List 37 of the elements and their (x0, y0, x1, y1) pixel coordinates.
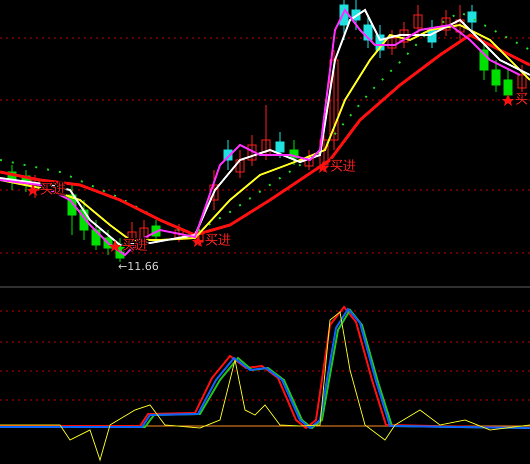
candlestick (428, 20, 436, 48)
buy-signal-label: 买 (515, 92, 528, 107)
low-price-label: ←11.66 (118, 260, 159, 273)
candlestick (224, 140, 232, 170)
star-icon (502, 94, 514, 106)
candlestick (290, 140, 298, 166)
candlestick (518, 64, 526, 92)
candlestick (414, 4, 422, 36)
candlestick (352, 0, 360, 30)
candlestick (388, 30, 396, 56)
candlestick (468, 4, 476, 30)
candlestick (210, 170, 218, 210)
star-icon (27, 184, 39, 196)
candlestick (400, 22, 408, 48)
candlestick (248, 134, 256, 166)
candlestick (340, 0, 348, 40)
candlestick (30, 174, 40, 198)
candlestick (480, 40, 488, 80)
candlestick (68, 184, 76, 236)
candlestick (92, 220, 100, 250)
candlestick (492, 60, 500, 92)
candlestick (304, 150, 314, 170)
candlestick (456, 4, 464, 40)
candlestick (262, 104, 270, 160)
candlestick (174, 224, 184, 242)
candlestick (376, 24, 384, 58)
candlestick (276, 132, 284, 158)
candlestick (442, 10, 450, 36)
star-icon (109, 240, 121, 252)
buy-signal-label: 买进 (205, 233, 231, 248)
candlestick (364, 14, 372, 48)
candlestick (236, 150, 244, 178)
star-icon (192, 235, 204, 247)
candlestick (80, 200, 88, 240)
star-icon (317, 161, 329, 173)
candlestick (8, 164, 16, 190)
buy-signal-label: 买进 (330, 159, 356, 174)
